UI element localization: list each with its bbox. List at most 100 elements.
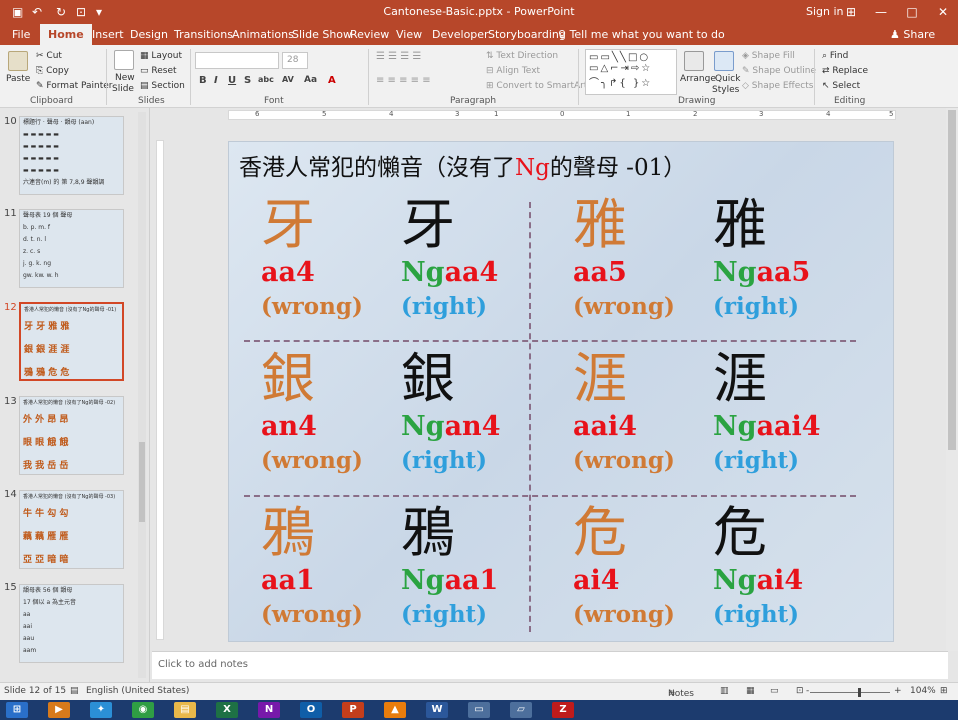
quick-styles-icon[interactable] <box>714 51 734 71</box>
align-icon[interactable]: ≡ ≡ ≡ ≡ ≡ <box>376 75 431 87</box>
onenote-icon[interactable]: N <box>258 702 280 718</box>
pronunciation-cell[interactable]: 銀 an4 (wrong) <box>261 348 401 478</box>
format-painter-button[interactable]: ✎ Format Painter <box>36 80 113 92</box>
copy-button[interactable]: ⎘ Copy <box>36 65 69 77</box>
underline-button[interactable]: U <box>228 75 236 86</box>
pronunciation-cell[interactable]: 危 Ngai4 (right) <box>713 502 853 632</box>
slide-thumbnail-10[interactable]: 標題行 · 聲母 · 韻母 (aan) ▬ ▬ ▬ ▬ ▬ ▬ ▬ ▬ ▬ ▬ … <box>19 116 124 195</box>
excel-icon[interactable]: X <box>216 702 238 718</box>
zoom-in-button[interactable]: + <box>894 686 902 696</box>
word-icon[interactable]: W <box>426 702 448 718</box>
thumbnail-scrollbar[interactable] <box>138 112 146 678</box>
vertical-ruler[interactable] <box>156 140 164 640</box>
arrange-button[interactable]: Arrange <box>680 73 716 85</box>
pronunciation-cell[interactable]: 銀 Ngan4 (right) <box>401 348 541 478</box>
slide-scrollbar[interactable] <box>946 108 958 651</box>
scroll-thumb[interactable] <box>948 110 956 450</box>
shapes-gallery[interactable]: ▭▭╲╲□○ ▭△⌐⇥⇨☆ ⌒╮↱{ }☆ <box>585 49 677 95</box>
reset-button[interactable]: ▭ Reset <box>140 65 177 77</box>
slide-thumbnail-13[interactable]: 香港人常犯的懶音 (沒有了Ng的聲母 -02) 外 外 昂 昂 眼 眼 餓 餓 … <box>19 396 124 475</box>
filezilla-icon[interactable]: Z <box>552 702 574 718</box>
horizontal-ruler[interactable]: 6 5 4 3 1 0 1 2 3 4 5 <box>228 110 896 120</box>
romanization: aa1 <box>261 564 401 598</box>
change-case-button[interactable]: Aa <box>304 75 317 85</box>
spellcheck-icon[interactable]: ▤ <box>70 686 79 696</box>
slide-title[interactable]: 香港人常犯的懶音（沒有了Ng的聲母 -01） <box>239 148 686 182</box>
outlook-icon[interactable]: O <box>300 702 322 718</box>
cut-button[interactable]: ✂ Cut <box>36 50 62 62</box>
quick-styles-dropdown[interactable]: Styles <box>712 84 739 96</box>
arrange-icon[interactable] <box>684 51 704 71</box>
slide-thumbnail-12[interactable]: 香港人常犯的懶音 (沒有了Ng的聲母 -01) 牙 牙 雅 雅 銀 銀 涯 涯 … <box>19 302 124 381</box>
start-icon[interactable]: ⊞ <box>6 702 28 718</box>
pronunciation-cell[interactable]: 鴉 aa1 (wrong) <box>261 502 401 632</box>
shape-effects-button[interactable]: ◇ Shape Effects <box>742 80 813 92</box>
close-icon[interactable]: ✕ <box>928 2 958 22</box>
powerpoint-icon[interactable]: P <box>342 702 364 718</box>
paste-button[interactable]: Paste <box>6 73 30 85</box>
share-button[interactable]: ♟ Share <box>890 24 935 45</box>
notes-pane[interactable]: Click to add notes <box>152 651 948 679</box>
font-size-input[interactable]: 28 <box>282 52 308 69</box>
pronunciation-cell[interactable]: 涯 Ngaai4 (right) <box>713 348 853 478</box>
convert-smartart-button[interactable]: ⊞ Convert to SmartArt <box>486 80 587 92</box>
media-player-icon[interactable]: ▶ <box>48 702 70 718</box>
new-slide-dropdown[interactable]: Slide <box>112 83 134 95</box>
zoom-slider-handle[interactable] <box>858 688 861 697</box>
bold-button[interactable]: B <box>199 75 207 86</box>
ribbon-display-icon[interactable]: ⊞ <box>836 2 866 22</box>
replace-button[interactable]: ⇄ Replace <box>822 65 868 77</box>
font-color-button[interactable]: A <box>328 75 336 86</box>
pronunciation-cell[interactable]: 危 ai4 (wrong) <box>573 502 713 632</box>
slide-thumbnail-14[interactable]: 香港人常犯的懶音 (沒有了Ng的聲母 -03) 牛 牛 勾 勾 藕 藕 雁 雁 … <box>19 490 124 569</box>
section-button[interactable]: ▤ Section <box>140 80 185 92</box>
pronunciation-cell[interactable]: 雅 aa5 (wrong) <box>573 194 713 324</box>
normal-view-icon[interactable]: ▥ <box>720 686 729 696</box>
pronunciation-cell[interactable]: 牙 aa4 (wrong) <box>261 194 401 324</box>
zoom-level[interactable]: 104% <box>910 686 936 696</box>
strikethrough-button[interactable]: S <box>244 75 251 86</box>
zoom-slider[interactable] <box>810 692 890 693</box>
zoom-out-button[interactable]: - <box>806 686 809 696</box>
vlc-icon[interactable]: ▲ <box>384 702 406 718</box>
slide-thumbnail-11[interactable]: 聲母表 19 個 聲母 b. p. m. f d. t. n. l z. c. … <box>19 209 124 288</box>
right-label: (right) <box>713 601 800 628</box>
screen-icon[interactable]: ▱ <box>510 702 532 718</box>
italic-button[interactable]: I <box>214 75 218 86</box>
font-name-input[interactable] <box>195 52 279 69</box>
tab-file[interactable]: File <box>4 24 38 45</box>
pronunciation-cell[interactable]: 鴉 Ngaa1 (right) <box>401 502 541 632</box>
shape-fill-button[interactable]: ◈ Shape Fill <box>742 50 795 62</box>
find-button[interactable]: ⌕ Find <box>822 50 848 62</box>
reading-view-icon[interactable]: ▭ <box>770 686 779 696</box>
select-button[interactable]: ↖ Select <box>822 80 860 92</box>
scroll-thumb[interactable] <box>139 442 145 522</box>
paste-icon[interactable] <box>8 51 28 71</box>
align-text-button[interactable]: ⊟ Align Text <box>486 65 540 77</box>
shadow-button[interactable]: abc <box>258 75 274 84</box>
pronunciation-cell[interactable]: 牙 Ngaa4 (right) <box>401 194 541 324</box>
chrome-icon[interactable]: ◉ <box>132 702 154 718</box>
slide-sorter-icon[interactable]: ▦ <box>746 686 755 696</box>
bullets-icon[interactable]: ☰ ☰ ☰ ☰ <box>376 51 421 63</box>
slide-canvas[interactable]: 香港人常犯的懶音（沒有了Ng的聲母 -01） 牙 aa4 (wrong) 牙 Ngaa4… <box>228 141 894 642</box>
restore-icon[interactable]: □ <box>897 2 927 22</box>
slide-thumbnail-15[interactable]: 韻母表 56 個 韻母 17 個以 a 為主元音 aa aai aau aam <box>19 584 124 663</box>
slide-show-icon[interactable]: ⊡ <box>796 686 804 696</box>
shape-outline-button[interactable]: ✎ Shape Outline <box>742 65 816 77</box>
pronunciation-cell[interactable]: 涯 aai4 (wrong) <box>573 348 713 478</box>
char-spacing-button[interactable]: AV <box>282 75 294 84</box>
thumb-number: 11 <box>4 208 17 219</box>
window-icon[interactable]: ▭ <box>468 702 490 718</box>
minimize-icon[interactable]: — <box>866 2 896 22</box>
text-direction-button[interactable]: ⇅ Text Direction <box>486 50 558 62</box>
lightbulb-icon: ♀ <box>558 28 570 41</box>
language-indicator[interactable]: English (United States) <box>86 686 189 696</box>
new-slide-icon[interactable] <box>114 50 134 70</box>
tell-me-box[interactable]: ♀ Tell me what you want to do <box>558 24 725 45</box>
folder-icon[interactable]: ▤ <box>174 702 196 718</box>
layout-button[interactable]: ▦ Layout <box>140 50 182 62</box>
pronunciation-cell[interactable]: 雅 Ngaa5 (right) <box>713 194 853 324</box>
fit-slide-icon[interactable]: ⊞ <box>940 686 948 696</box>
bird-icon[interactable]: ✦ <box>90 702 112 718</box>
